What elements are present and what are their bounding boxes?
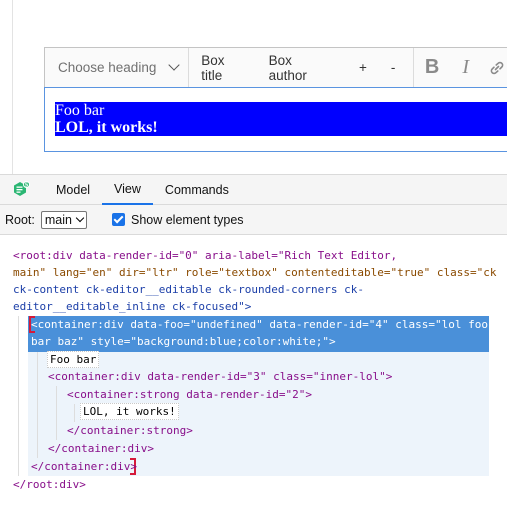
tree-text-lol[interactable]: LOL, it works!	[80, 403, 179, 420]
tree-root-open-line-2[interactable]: main" lang="en" dir="ltr" role="textbox"…	[13, 264, 496, 281]
tree-strong-close-text: </container:strong>	[67, 424, 193, 437]
tree-root-open-line-4[interactable]: editor__editable_inline ck-focused">	[13, 298, 251, 315]
tree-root-open-text-2: main" lang="en" dir="ltr" role="textbox"…	[13, 266, 497, 279]
tree-root-open-line-1[interactable]: <root:div data-render-id="0" aria-label=…	[13, 247, 397, 264]
tree-container-open-text-1: <container:div data-foo="undefined" data…	[31, 318, 488, 331]
tree-inner-close-line[interactable]: </container:div>	[48, 440, 154, 457]
tree-inner-open-line[interactable]: <container:div data-render-id="3" class=…	[48, 368, 392, 385]
tree-container-close-text: </container:div>	[31, 460, 137, 473]
tree-strong-open-line[interactable]: <container:strong data-render-id="2">	[67, 386, 312, 403]
tree-guide-strong	[74, 404, 75, 422]
tree-text-foo-bar[interactable]: Foo bar	[47, 351, 100, 368]
tree-root-close-text: </root:div>	[13, 478, 86, 491]
tree-root-open-text-3: ck-content ck-editor__editable ck-rounde…	[13, 283, 364, 296]
tree-guide-container	[37, 352, 38, 458]
tree-guide-root	[18, 316, 19, 476]
tree-strong-open-text: <container:strong data-render-id="2">	[67, 388, 313, 401]
tree-container-open-text-2: bar baz" style="background:blue;color:wh…	[31, 335, 336, 348]
tree-container-open-line-1[interactable]: <container:div data-foo="undefined" data…	[31, 316, 488, 333]
tree-root-open-text-4: editor__editable_inline ck-focused">	[13, 300, 252, 313]
tree-inner-open-text: <container:div data-render-id="3" class=…	[48, 370, 393, 383]
tree-container-open-line-2[interactable]: bar baz" style="background:blue;color:wh…	[31, 333, 336, 350]
tree-container-close-line[interactable]: </container:div>	[31, 458, 137, 475]
tree-root-open-line-3[interactable]: ck-content ck-editor__editable ck-rounde…	[13, 281, 364, 298]
tree-root-open-text-1: <root:div data-render-id="0" aria-label=…	[13, 249, 398, 262]
tree-inner-close-text: </container:div>	[48, 442, 154, 455]
tree-guide-inner	[56, 386, 57, 440]
tree-root-close-line[interactable]: </root:div>	[13, 476, 86, 493]
view-tree: <root:div data-render-id="0" aria-label=…	[0, 0, 507, 516]
tree-strong-close-line[interactable]: </container:strong>	[67, 422, 193, 439]
